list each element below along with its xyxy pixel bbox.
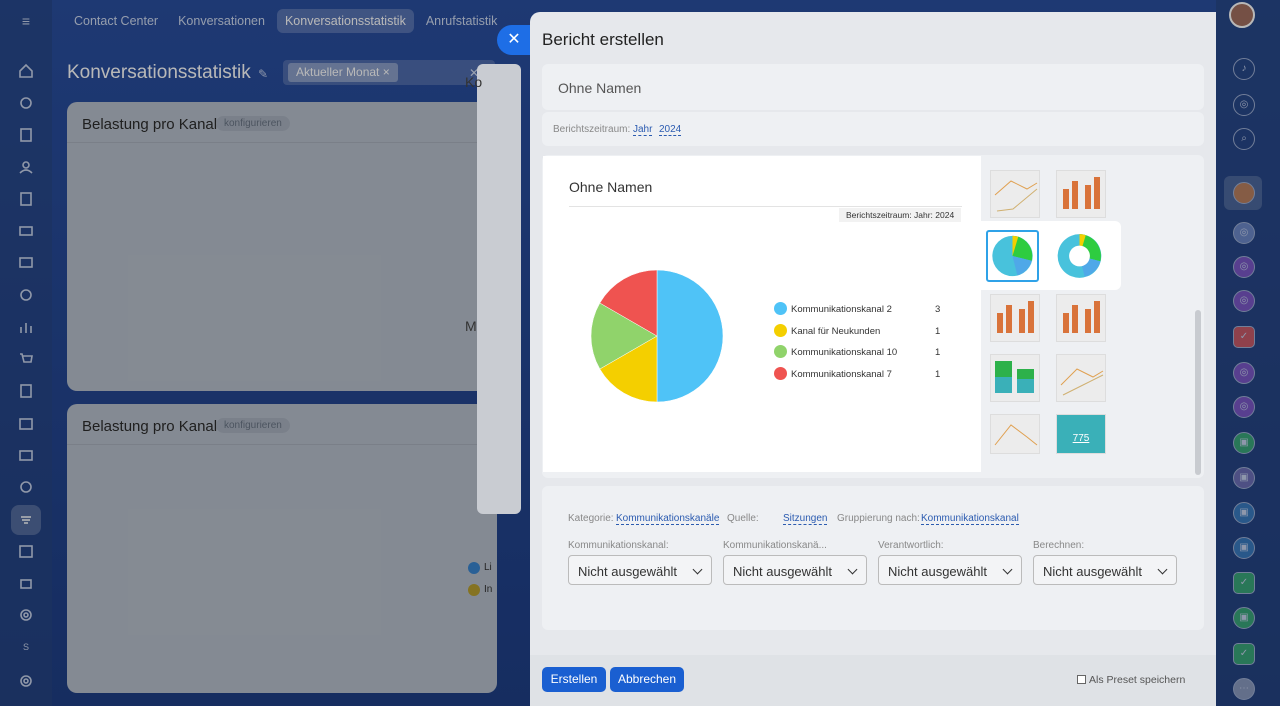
source-link[interactable]: Sitzungen [783, 513, 828, 525]
scrollbar[interactable] [1195, 310, 1201, 475]
chart-type-bar[interactable] [1056, 170, 1106, 218]
chevron-down-icon [1157, 564, 1168, 575]
legend-label: Kommunikationskanal 10 [791, 347, 898, 358]
report-preview: Ohne Namen Berichtszeitraum: Jahr: 2024 … [543, 156, 981, 472]
field-label: Berechnen: [1033, 540, 1085, 551]
select-value: Nicht ausgewählt [733, 564, 832, 579]
channel-type-select[interactable]: Nicht ausgewählt [723, 555, 867, 585]
chart-type-pie[interactable] [986, 230, 1039, 282]
underlying-panel: Ko M [465, 64, 521, 514]
legend-label: Kanal für Neukunden [791, 325, 881, 337]
select-value: Nicht ausgewählt [578, 564, 677, 579]
field-label: Verantwortlich: [878, 540, 944, 551]
legend-value: 1 [935, 325, 941, 337]
chart-type-line[interactable] [990, 170, 1040, 218]
legend-label: Kommunikationskanal 7 [791, 368, 892, 380]
chart-type-line[interactable] [1056, 354, 1106, 402]
source-label: Quelle: [727, 513, 759, 524]
cancel-button[interactable]: Abbrechen [610, 667, 684, 692]
pie-chart [590, 269, 724, 403]
legend-marker [774, 366, 787, 380]
calculate-select[interactable]: Nicht ausgewählt [1033, 555, 1177, 585]
legend-marker [774, 323, 787, 337]
chart-type-bar[interactable] [990, 294, 1040, 342]
underlying-title-fragment: Ko [465, 74, 483, 90]
channel-select[interactable]: Nicht ausgewählt [568, 555, 712, 585]
select-value: Nicht ausgewählt [888, 564, 987, 579]
pie-slice[interactable] [656, 269, 724, 403]
chevron-down-icon [692, 564, 703, 575]
panel-title: Bericht erstellen [542, 30, 664, 49]
group-link[interactable]: Kommunikationskanal [921, 513, 1019, 525]
close-icon[interactable]: ✕ [497, 25, 531, 55]
legend-marker [774, 345, 787, 358]
chart-type-stacked-bar[interactable] [990, 354, 1040, 402]
period-label: Berichtszeitraum: [553, 124, 631, 135]
underlying-section-fragment: M [465, 318, 477, 334]
responsible-select[interactable]: Nicht ausgewählt [878, 555, 1022, 585]
legend-marker [774, 302, 787, 315]
chevron-down-icon [847, 564, 858, 575]
chart-type-donut[interactable] [1053, 230, 1106, 282]
period-year-link[interactable]: 2024 [659, 124, 682, 136]
save-preset-checkbox[interactable]: Als Preset speichern [1077, 674, 1185, 686]
divider [569, 206, 962, 207]
category-link[interactable]: Kommunikationskanäle [616, 513, 720, 525]
legend-value: 1 [935, 347, 941, 358]
field-label: Kommunikationskanä... [723, 540, 827, 551]
report-name-value: Ohne Namen [558, 80, 642, 96]
chart-type-number[interactable]: 775 [1056, 414, 1106, 454]
legend-label: Kommunikationskanal 2 [791, 304, 892, 315]
chart-type-line[interactable] [990, 414, 1040, 454]
chevron-down-icon [1002, 564, 1013, 575]
legend-value: 3 [935, 304, 941, 315]
checkbox-box[interactable] [1077, 675, 1086, 684]
create-button[interactable]: Erstellen [542, 667, 606, 692]
number-widget-value: 775 [1072, 433, 1090, 444]
select-value: Nicht ausgewählt [1043, 564, 1142, 579]
preview-period: Berichtszeitraum: Jahr: 2024 [839, 208, 962, 222]
report-name-field[interactable]: Ohne Namen [542, 64, 1204, 110]
report-settings: Kategorie: Kommunikationskanäle Quelle: … [542, 486, 1204, 630]
save-preset-label: Als Preset speichern [1089, 674, 1186, 686]
period-bar: Berichtszeitraum: Jahr 2024 [542, 112, 1204, 146]
chart-type-bar[interactable] [1056, 294, 1106, 342]
period-type-link[interactable]: Jahr [633, 124, 653, 136]
pie-chart-options [979, 221, 1121, 290]
field-label: Kommunikationskanal: [568, 540, 669, 551]
category-label: Kategorie: [568, 513, 614, 524]
preview-title: Ohne Namen [569, 179, 653, 195]
group-label: Gruppierung nach: [837, 513, 920, 524]
legend-value: 1 [935, 368, 941, 380]
